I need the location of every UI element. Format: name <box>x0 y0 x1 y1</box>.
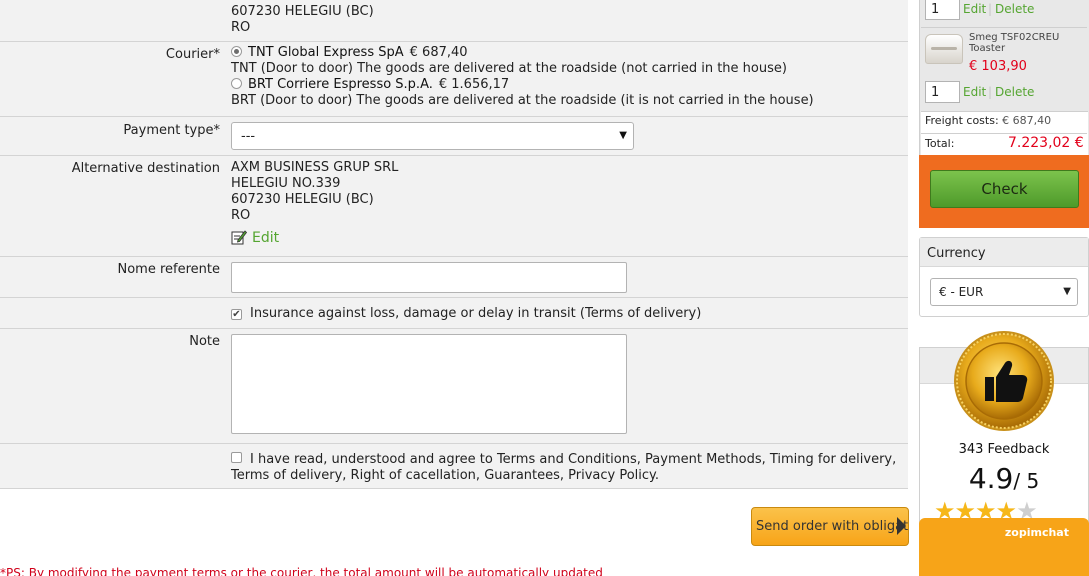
checkout-form: 607230 HELEGIU (BC) RO Courier* TNT Glob… <box>0 0 908 489</box>
alt-destination-label: Alternative destination <box>71 161 220 176</box>
courier-price: € 1.656,17 <box>438 77 510 92</box>
currency-selected: € - EUR <box>939 285 984 299</box>
terms-row: I have read, understood and agree to Ter… <box>0 444 908 489</box>
alt-destination-address: AXM BUSINESS GRUP SRL HELEGIU NO.339 607… <box>231 160 398 224</box>
address-block: 607230 HELEGIU (BC) RO <box>231 4 374 36</box>
referent-label: Nome referente <box>117 262 221 277</box>
freight-value: € 687,40 <box>1002 114 1052 127</box>
courier-price: € 687,40 <box>409 45 468 60</box>
product-name: Smeg TSF02CREU Toaster <box>969 32 1060 54</box>
insurance-row: ✔ Insurance against loss, damage or delay… <box>0 298 908 329</box>
referent-row: Nome referente <box>0 257 908 298</box>
note-textarea[interactable] <box>231 334 627 434</box>
cart-item-qty-input[interactable]: 1 <box>925 0 960 20</box>
courier-desc: BRT (Door to door) The goods are deliver… <box>231 93 814 108</box>
product-price: € 103,90 <box>969 59 1027 74</box>
divider: | <box>988 2 993 16</box>
chat-brand: zopimchat <box>1004 526 1069 539</box>
edit-link[interactable]: Edit <box>252 230 279 246</box>
arrow-right-icon <box>897 517 906 535</box>
divider <box>921 133 1087 134</box>
referent-input[interactable] <box>231 262 627 293</box>
check-button[interactable]: Check <box>930 170 1079 208</box>
cart-item-edit-link[interactable]: Edit <box>963 85 986 99</box>
freight-label: Freight costs: <box>925 114 999 127</box>
currency-panel: Currency € - EUR ▼ <box>919 237 1089 317</box>
note-row: Note <box>0 329 908 444</box>
terms-line: I have read, understood and agree to Ter… <box>250 452 897 467</box>
divider: | <box>988 85 993 99</box>
courier-desc: TNT (Door to door) The goods are deliver… <box>231 61 787 76</box>
thumbs-up-medal-icon <box>954 331 1054 431</box>
currency-select[interactable]: € - EUR ▼ <box>930 278 1078 306</box>
product-thumbnail[interactable] <box>925 34 963 64</box>
courier-name: TNT Global Express SpA <box>248 45 404 60</box>
feedback-score-value: 4.9 <box>968 462 1014 495</box>
currency-title: Currency <box>920 238 1088 267</box>
freight-costs: Freight costs: € 687,40 <box>925 114 1051 127</box>
payment-row: Payment type* --- ▼ <box>0 117 908 156</box>
alt-destination-row: Alternative destination AXM BUSINESS GRU… <box>0 156 908 257</box>
insurance-option[interactable]: ✔ Insurance against loss, damage or delay… <box>231 306 701 322</box>
dropdown-arrow-icon: ▼ <box>1063 286 1071 297</box>
send-order-button[interactable]: Send order with obligatio <box>751 507 909 546</box>
send-order-label: Send order with obligatio <box>756 519 909 534</box>
courier-option-brt[interactable]: BRT Corriere Espresso S.p.A. € 1.656,17 <box>231 77 814 93</box>
payment-selected: --- <box>241 129 256 144</box>
terms-text: I have read, understood and agree to Ter… <box>231 452 896 484</box>
courier-option-tnt[interactable]: TNT Global Express SpA € 687,40 <box>231 45 814 61</box>
chat-widget[interactable]: zopimchat <box>919 518 1089 576</box>
dropdown-arrow-icon: ▼ <box>619 130 627 141</box>
feedback-score-max: / 5 <box>1013 469 1040 493</box>
address-line: RO <box>231 208 251 223</box>
alt-destination-edit[interactable]: Edit <box>231 229 279 247</box>
total-label: Total: <box>925 137 955 150</box>
terms-checkbox[interactable] <box>231 452 242 463</box>
radio-tnt[interactable] <box>231 46 242 57</box>
edit-icon <box>231 230 247 245</box>
cart-item-qty-input[interactable]: 1 <box>925 81 960 103</box>
total-value: 7.223,02 € <box>1008 135 1084 151</box>
insurance-label: Insurance against loss, damage or delay … <box>250 306 702 321</box>
courier-name: BRT Corriere Espresso S.p.A. <box>248 77 433 92</box>
address-line: RO <box>231 20 251 35</box>
terms-option[interactable]: I have read, understood and agree to Ter… <box>231 452 896 468</box>
cart-item-delete-link[interactable]: Delete <box>995 85 1034 99</box>
insurance-checkbox[interactable]: ✔ <box>231 309 242 320</box>
address-line: 607230 HELEGIU (BC) <box>231 4 374 19</box>
address-line: AXM BUSINESS GRUP SRL <box>231 160 399 175</box>
address-line: HELEGIU NO.339 <box>231 176 341 191</box>
address-row: 607230 HELEGIU (BC) RO <box>0 0 908 42</box>
feedback-score: 4.9/ 5 <box>919 462 1089 495</box>
feedback-count: 343 Feedback <box>958 442 1050 457</box>
divider <box>921 27 1087 28</box>
cart-item-edit-link[interactable]: Edit <box>963 2 986 16</box>
radio-brt[interactable] <box>231 78 242 89</box>
note-label: Note <box>189 334 220 349</box>
courier-row: Courier* TNT Global Express SpA € 687,40 … <box>0 42 908 117</box>
payment-type-select[interactable]: --- ▼ <box>231 122 634 150</box>
cart-item-delete-link[interactable]: Delete <box>995 2 1034 16</box>
ps-note: *PS: By modifying the payment terms or t… <box>0 566 603 576</box>
terms-line: Terms of delivery, Right of cacellation,… <box>231 468 660 483</box>
courier-options: TNT Global Express SpA € 687,40 TNT (Door… <box>231 45 814 109</box>
courier-label: Courier* <box>165 47 220 62</box>
payment-label: Payment type* <box>123 123 220 138</box>
address-line: 607230 HELEGIU (BC) <box>231 192 374 207</box>
